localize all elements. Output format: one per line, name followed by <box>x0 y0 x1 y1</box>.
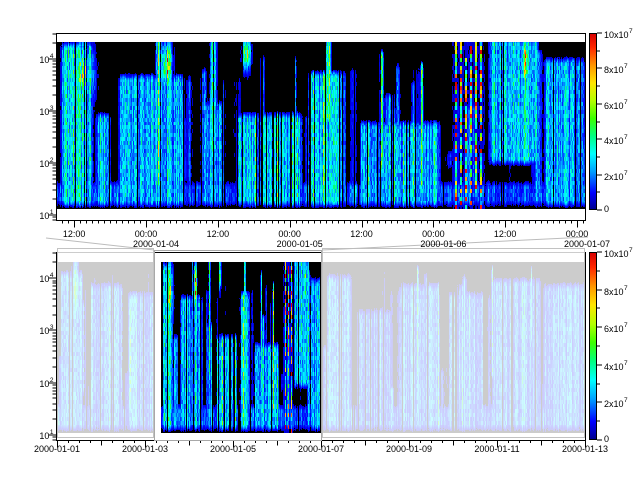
panel0-colorbar-label: 6x107 <box>604 98 640 112</box>
zoom-x-tick-label: 12:00 <box>483 229 527 240</box>
panel0-y-tick-label: 103 <box>19 104 53 118</box>
zoom-x-date-label: 2000-01-04 <box>133 239 193 250</box>
zoom-x-tick-label: 12:00 <box>52 229 96 240</box>
overview-panel-colorbar <box>589 252 597 440</box>
zoom-x-date-label: 2000-01-06 <box>420 239 480 250</box>
panel1-colorbar-label: 0 <box>604 434 640 445</box>
panel1-y-tick-label: 101 <box>19 428 53 442</box>
spectrogram-figure: 12:0000:002000-01-0412:0000:002000-01-05… <box>0 0 640 480</box>
overview-x-tick-label: 2000-01-03 <box>112 444 178 455</box>
overview-x-tick-label: 2000-01-11 <box>464 444 530 455</box>
panel0-colorbar-label: 4x107 <box>604 133 640 147</box>
overview-mask-left <box>57 248 154 438</box>
panel1-colorbar-label: 2x107 <box>604 396 640 410</box>
panel0-y-tick-label: 101 <box>19 208 53 222</box>
panel1-y-tick-label: 103 <box>19 323 53 337</box>
panel0-y-tick-label: 102 <box>19 156 53 170</box>
panel0-colorbar-label: 2x107 <box>604 169 640 183</box>
zoom-panel-heatmap[interactable] <box>57 42 585 209</box>
zoom-x-tick-label: 12:00 <box>340 229 384 240</box>
overview-mask-right <box>322 248 585 438</box>
overview-x-tick-label: 2000-01-07 <box>288 444 354 455</box>
overview-x-tick-label: 2000-01-05 <box>200 444 266 455</box>
overview-x-tick-label: 2000-01-13 <box>552 444 618 455</box>
panel1-y-tick-label: 102 <box>19 376 53 390</box>
overview-x-tick-label: 2000-01-09 <box>376 444 442 455</box>
zoom-x-tick-label: 12:00 <box>196 229 240 240</box>
overview-highlight-region[interactable] <box>154 250 322 441</box>
panel0-colorbar-label: 10x107 <box>604 27 640 41</box>
panel1-colorbar-label: 6x107 <box>604 321 640 335</box>
overview-x-tick-label: 2000-01-01 <box>24 444 90 455</box>
panel1-colorbar-label: 8x107 <box>604 284 640 298</box>
panel1-colorbar-label: 10x107 <box>604 246 640 260</box>
zoom-panel-colorbar <box>589 33 597 210</box>
panel0-colorbar-label: 8x107 <box>604 62 640 76</box>
panel0-y-tick-label: 104 <box>19 52 53 66</box>
zoom-x-date-label: 2000-01-05 <box>277 239 337 250</box>
panel0-colorbar-label: 0 <box>604 204 640 215</box>
panel1-y-tick-label: 104 <box>19 271 53 285</box>
panel1-colorbar-label: 4x107 <box>604 359 640 373</box>
